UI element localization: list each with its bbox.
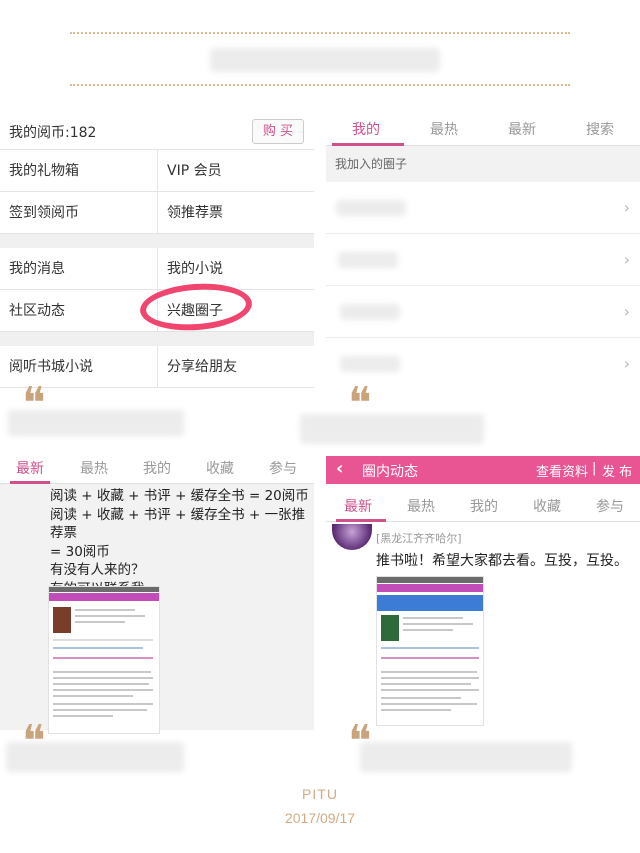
blurred-circle-name [336, 200, 406, 216]
post-line: 有没有人来的？ [50, 562, 145, 578]
mini-book-cover [381, 615, 399, 641]
circle-row[interactable]: › [326, 338, 640, 390]
account-menu-panel: 我的阅币:182 购 买 我的礼物箱 VIP 会员 签到领阅币 领推荐票 我的消… [0, 112, 314, 388]
community-feed-item[interactable]: 社区动态 [0, 290, 157, 332]
header-separator: | [592, 461, 597, 476]
active-tab-indicator [336, 519, 386, 522]
chevron-right-icon: › [623, 198, 630, 217]
menu-group-1: 我的礼物箱 VIP 会员 签到领阅币 领推荐票 [0, 150, 314, 234]
embedded-screenshot[interactable] [376, 576, 484, 726]
my-novels-item[interactable]: 我的小说 [157, 248, 314, 290]
circle-feed-panel: ‹ 圈内动态 查看资料 | 发 布 最新 最热 我的 收藏 参与 [黑龙江齐齐哈… [326, 456, 640, 730]
publish-button[interactable]: 发 布 [602, 461, 632, 480]
tab-hottest[interactable]: 最热 [80, 458, 108, 478]
blurred-caption [300, 414, 484, 444]
post-detail-panel: 最新 最热 我的 收藏 参与 阅读 + 收藏 + 书评 + 缓存全书 = 20阅… [0, 456, 314, 734]
tab-search[interactable]: 搜索 [586, 119, 614, 139]
active-tab-indicator [10, 481, 50, 484]
coin-balance: 我的阅币:182 [9, 125, 97, 141]
share-item[interactable]: 分享给朋友 [157, 346, 314, 388]
menu-group-3: 阅听书城小说 分享给朋友 [0, 346, 314, 388]
tab-favorites[interactable]: 收藏 [533, 496, 561, 516]
buy-button[interactable]: 购 买 [252, 119, 304, 144]
tab-newest[interactable]: 最新 [16, 458, 44, 478]
tab-mine[interactable]: 我的 [352, 119, 380, 139]
mini-banner [377, 595, 483, 611]
circle-row[interactable]: › [326, 286, 640, 338]
joined-circles-header: 我加入的圈子 [326, 146, 640, 182]
tab-newest[interactable]: 最新 [508, 119, 536, 139]
tab-participated[interactable]: 参与 [596, 496, 624, 516]
post-body: 阅读 + 收藏 + 书评 + 缓存全书 = 20阅币 阅读 + 收藏 + 书评 … [50, 487, 312, 598]
view-profile-button[interactable]: 查看资料 [536, 461, 588, 480]
circles-tabbar: 我的 最热 最新 搜索 [326, 112, 640, 146]
post-text: 推书啦！希望大家都去看。互投，互投。 [376, 553, 628, 569]
tab-hottest[interactable]: 最热 [407, 496, 435, 516]
mini-header [49, 593, 159, 601]
circles-panel: 我的 最热 最新 搜索 我加入的圈子 › › › › [326, 112, 640, 388]
post-line: = 30阅币 [50, 543, 110, 560]
blurred-circle-name [340, 356, 400, 372]
circle-row[interactable]: › [326, 234, 640, 286]
post-tabbar: 最新 最热 我的 收藏 参与 [0, 456, 314, 484]
vip-member-item[interactable]: VIP 会员 [157, 150, 314, 192]
mini-book-cover [53, 607, 71, 633]
mini-statusbar [49, 587, 159, 592]
chevron-right-icon: › [623, 302, 630, 321]
mini-statusbar [377, 577, 483, 583]
avatar[interactable] [332, 524, 372, 550]
tab-participated[interactable]: 参与 [269, 458, 297, 478]
blurred-caption [210, 48, 440, 72]
back-icon[interactable]: ‹ [336, 458, 343, 479]
top-dotted-line [70, 32, 570, 34]
tab-newest[interactable]: 最新 [344, 496, 372, 516]
checkin-coins-item[interactable]: 签到领阅币 [0, 192, 157, 234]
recommend-ticket-item[interactable]: 领推荐票 [157, 192, 314, 234]
post-line: 阅读 + 收藏 + 书评 + 缓存全书 = 20阅币 [50, 488, 309, 504]
blurred-caption [6, 742, 184, 772]
mini-header [377, 584, 483, 592]
coins-bar: 我的阅币:182 购 买 [0, 112, 314, 150]
watermark-date: 2017/09/17 [284, 810, 356, 826]
post-line: 阅读 + 收藏 + 书评 + 缓存全书 + 一张推荐票 [50, 506, 306, 542]
chevron-right-icon: › [623, 250, 630, 269]
tab-mine[interactable]: 我的 [143, 458, 171, 478]
feed-header: ‹ 圈内动态 查看资料 | 发 布 [326, 456, 640, 484]
feed-title: 圈内动态 [362, 464, 418, 480]
bottom-dotted-line [70, 84, 570, 86]
blurred-circle-name [338, 252, 398, 268]
tab-favorites[interactable]: 收藏 [206, 458, 234, 478]
post-user-location[interactable]: [黑龙江齐齐哈尔] [376, 530, 462, 546]
tab-mine[interactable]: 我的 [470, 496, 498, 516]
my-messages-item[interactable]: 我的消息 [0, 248, 157, 290]
feed-tabbar: 最新 最热 我的 收藏 参与 [326, 484, 640, 522]
embedded-screenshot[interactable] [48, 586, 160, 734]
watermark-brand: PITU [302, 786, 338, 802]
tab-hottest[interactable]: 最热 [430, 119, 458, 139]
blurred-caption [360, 742, 572, 772]
chevron-right-icon: › [623, 354, 630, 373]
gift-box-item[interactable]: 我的礼物箱 [0, 150, 157, 192]
circle-row[interactable]: › [326, 182, 640, 234]
blurred-circle-name [340, 304, 400, 320]
blurred-caption [8, 410, 184, 436]
